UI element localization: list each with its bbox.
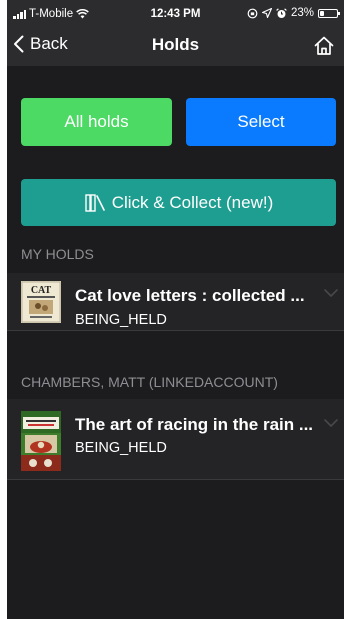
books-icon: [85, 193, 105, 212]
row-divider: [7, 479, 344, 480]
battery-level: [320, 10, 324, 16]
hold-item[interactable]: CAT Cat love letters : collected ... BEI…: [7, 273, 344, 330]
svg-text:CAT: CAT: [31, 285, 52, 296]
hold-title: Cat love letters : collected ...: [75, 286, 305, 305]
status-bar: T-Mobile 12:43 PM 23%: [7, 0, 344, 26]
book-cover: CAT: [21, 281, 61, 323]
row-divider: [7, 330, 344, 331]
all-holds-button[interactable]: All holds: [21, 98, 172, 146]
battery-percent: 23%: [290, 7, 314, 19]
chevron-down-icon[interactable]: [324, 289, 338, 298]
all-holds-label: All holds: [64, 112, 129, 131]
location-icon: [261, 8, 272, 18]
navigation-bar: Back Holds: [7, 26, 344, 66]
battery-icon: [318, 8, 340, 18]
phone-frame: T-Mobile 12:43 PM 23% Back Holds All hol…: [0, 0, 344, 619]
chevron-down-icon[interactable]: [324, 419, 338, 428]
hold-title: The art of racing in the rain ...: [75, 415, 314, 434]
select-button[interactable]: Select: [186, 98, 336, 146]
orientation-lock-icon: [247, 8, 258, 18]
section-header-my-holds: MY HOLDS: [21, 246, 94, 262]
section-header-linked-account: CHAMBERS, MATT (LINKEDACCOUNT): [21, 374, 278, 390]
select-label: Select: [237, 112, 285, 131]
hold-item[interactable]: The art of racing in the rain ... BEING_…: [7, 399, 344, 479]
home-icon[interactable]: [312, 34, 336, 58]
click-and-collect-button[interactable]: Click & Collect (new!): [21, 179, 336, 226]
status-right: 23%: [247, 7, 340, 19]
click-and-collect-label: Click & Collect (new!): [111, 192, 274, 212]
hold-status: BEING_HELD: [75, 312, 167, 328]
page-title: Holds: [151, 35, 200, 54]
hold-status: BEING_HELD: [75, 440, 167, 456]
app-screen: T-Mobile 12:43 PM 23% Back Holds All hol…: [7, 0, 344, 619]
book-cover: [21, 411, 61, 471]
alarm-icon: [276, 7, 287, 18]
